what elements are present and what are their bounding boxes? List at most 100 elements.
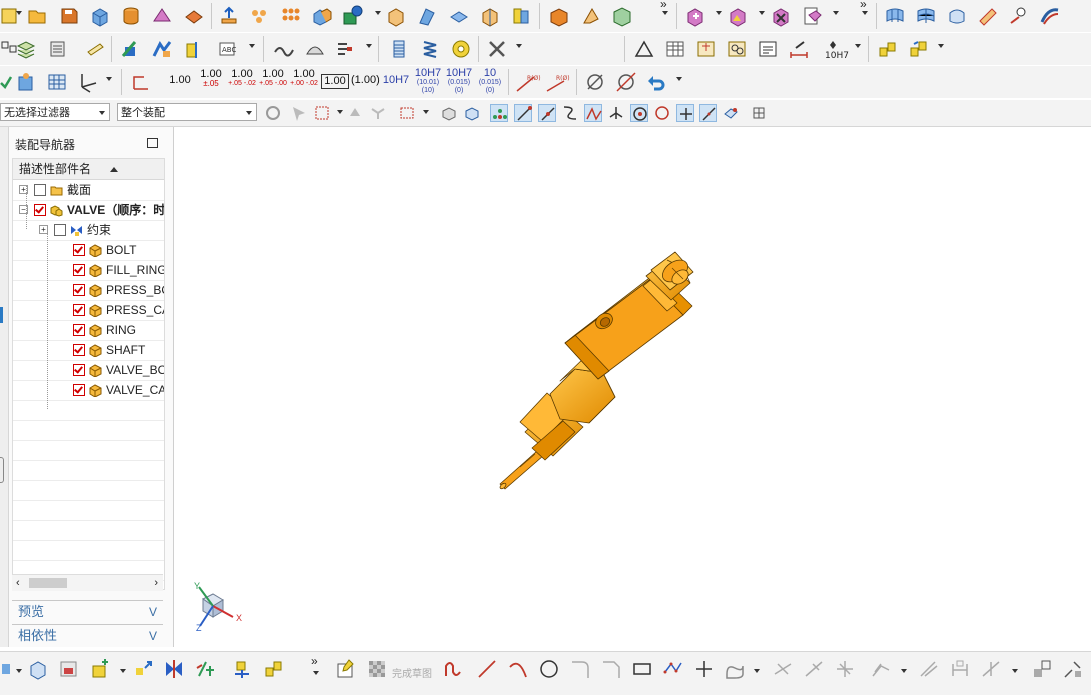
- snap-face-icon[interactable]: [463, 104, 481, 122]
- scope-select[interactable]: 整个装配: [117, 103, 257, 121]
- line-icon[interactable]: [476, 658, 498, 680]
- triangle-icon[interactable]: [633, 38, 655, 60]
- snap-intersection-icon[interactable]: [607, 104, 625, 122]
- profile-icon[interactable]: [444, 658, 466, 680]
- snap-solid-icon[interactable]: [440, 104, 458, 122]
- fit-value-1[interactable]: 10H7 (10.01) (10): [413, 68, 443, 95]
- assembly-save-icon[interactable]: [58, 658, 80, 680]
- toolbar-expand-2[interactable]: »: [860, 0, 867, 11]
- save-icon[interactable]: [58, 5, 80, 27]
- tree-row-assembly[interactable]: −VALVE（顺序：时间顺序）: [13, 200, 164, 221]
- edge-blend-icon[interactable]: [385, 5, 407, 27]
- component-position-icon[interactable]: [120, 38, 142, 60]
- thread-icon[interactable]: [388, 38, 410, 60]
- create-new-component-icon[interactable]: [727, 5, 749, 27]
- text-icon[interactable]: ABC: [217, 38, 239, 60]
- snap-endpoint-icon[interactable]: [514, 104, 532, 122]
- diameter-2-icon[interactable]: [615, 71, 637, 93]
- text-dropdown[interactable]: [249, 44, 255, 48]
- rectangle-select-dropdown[interactable]: [423, 110, 429, 114]
- surface-blend-icon[interactable]: [1039, 5, 1061, 27]
- surface-extension-icon[interactable]: [1008, 5, 1030, 27]
- shell-icon[interactable]: [448, 5, 470, 27]
- visibility-checkbox[interactable]: [73, 264, 85, 276]
- scroll-right-icon[interactable]: ›: [154, 577, 158, 589]
- offset-dropdown[interactable]: [901, 669, 907, 673]
- column-header[interactable]: 描述性部件名: [13, 159, 164, 180]
- return-dropdown[interactable]: [676, 77, 682, 81]
- sort-ascending-icon[interactable]: [110, 167, 118, 172]
- visibility-checkbox[interactable]: [73, 324, 85, 336]
- offset-face-icon[interactable]: [548, 5, 570, 27]
- tree-row-part[interactable]: PRESS_BOLT: [13, 280, 164, 301]
- part-list-icon[interactable]: [695, 38, 717, 60]
- tree-row-part[interactable]: FILL_RING: [13, 260, 164, 281]
- open-icon[interactable]: [26, 5, 48, 27]
- snap-existing-point-icon[interactable]: [676, 104, 694, 122]
- circle-icon[interactable]: [538, 658, 560, 680]
- tree-row-part[interactable]: PRESS_CAP: [13, 300, 164, 321]
- assembly-sequence-icon[interactable]: [908, 38, 930, 60]
- sketch-plane-dropdown[interactable]: [16, 669, 22, 673]
- panel-dependencies[interactable]: 相依性 V: [12, 624, 163, 647]
- derived-dropdown[interactable]: [1012, 669, 1018, 673]
- assembly-dropdown[interactable]: [938, 44, 944, 48]
- explode-icon[interactable]: [133, 658, 155, 680]
- scroll-thumb[interactable]: [29, 578, 67, 588]
- tree-row-part[interactable]: VALVE_CAP: [13, 380, 164, 401]
- dimension-value-6[interactable]: (1.00): [351, 75, 380, 86]
- point-icon[interactable]: [693, 658, 715, 680]
- tree-row-part[interactable]: BOLT: [13, 240, 164, 261]
- fit-value-3[interactable]: 10 (0.015) (0): [475, 68, 505, 95]
- rapid-dimension-icon[interactable]: [130, 71, 152, 93]
- toolbar-more-dropdown-2[interactable]: [862, 11, 868, 15]
- radius-dimension-2-icon[interactable]: R(Ø): [544, 71, 572, 93]
- resource-bar-indicator[interactable]: [0, 307, 3, 323]
- sphere-icon[interactable]: [183, 5, 205, 27]
- reposition-icon[interactable]: [151, 38, 173, 60]
- tree-row-part[interactable]: SHAFT: [13, 340, 164, 361]
- move-component-icon[interactable]: [801, 5, 823, 27]
- layer-manager-icon[interactable]: [47, 38, 69, 60]
- cone-icon[interactable]: [151, 5, 173, 27]
- dimension-value-1[interactable]: 1.00 ±.05: [197, 69, 225, 88]
- visibility-checkbox[interactable]: [34, 184, 46, 196]
- table-icon[interactable]: [664, 38, 686, 60]
- new-part-dropdown[interactable]: [16, 11, 22, 15]
- move-component-dropdown[interactable]: [833, 11, 839, 15]
- visibility-checkbox[interactable]: [73, 284, 85, 296]
- horizontal-scrollbar[interactable]: ‹ ›: [12, 574, 163, 591]
- select-feature-icon[interactable]: [290, 104, 308, 122]
- visibility-checkbox[interactable]: [54, 224, 66, 236]
- draft-icon[interactable]: [479, 5, 501, 27]
- diameter-icon[interactable]: [584, 71, 606, 93]
- note-icon[interactable]: [757, 38, 779, 60]
- tree-row-folder[interactable]: + 截面: [13, 180, 164, 201]
- trim-body-icon[interactable]: [510, 5, 532, 27]
- maximize-icon[interactable]: [147, 138, 158, 148]
- create-component-dropdown[interactable]: [759, 11, 765, 15]
- tools-icon[interactable]: [486, 38, 508, 60]
- select-region-icon[interactable]: [313, 104, 331, 122]
- snap-points-icon[interactable]: [490, 104, 508, 122]
- tree-row-part[interactable]: RING: [13, 320, 164, 341]
- sketch-icon[interactable]: [335, 658, 357, 680]
- snap-grid-icon[interactable]: [750, 104, 768, 122]
- snap-midpoint-icon[interactable]: [538, 104, 556, 122]
- resource-bar-tab[interactable]: [0, 457, 4, 483]
- array-icon[interactable]: [280, 5, 302, 27]
- tree-row-constraint[interactable]: + 约束: [13, 220, 164, 241]
- boolean-unite-icon[interactable]: [311, 5, 333, 27]
- toolbar-more-dropdown[interactable]: [662, 11, 668, 15]
- replace-component-icon[interactable]: [770, 5, 792, 27]
- spline-dropdown[interactable]: [754, 669, 760, 673]
- chevron-down-icon[interactable]: V: [149, 601, 157, 623]
- visibility-checkbox[interactable]: [73, 384, 85, 396]
- balloon-icon[interactable]: [726, 38, 748, 60]
- assembly-load-icon[interactable]: [27, 658, 49, 680]
- cluster-icon[interactable]: [15, 71, 37, 93]
- visibility-checkbox[interactable]: [73, 304, 85, 316]
- return-arrow-icon[interactable]: [645, 71, 667, 93]
- section-dropdown[interactable]: [366, 44, 372, 48]
- visibility-checkbox[interactable]: [73, 344, 85, 356]
